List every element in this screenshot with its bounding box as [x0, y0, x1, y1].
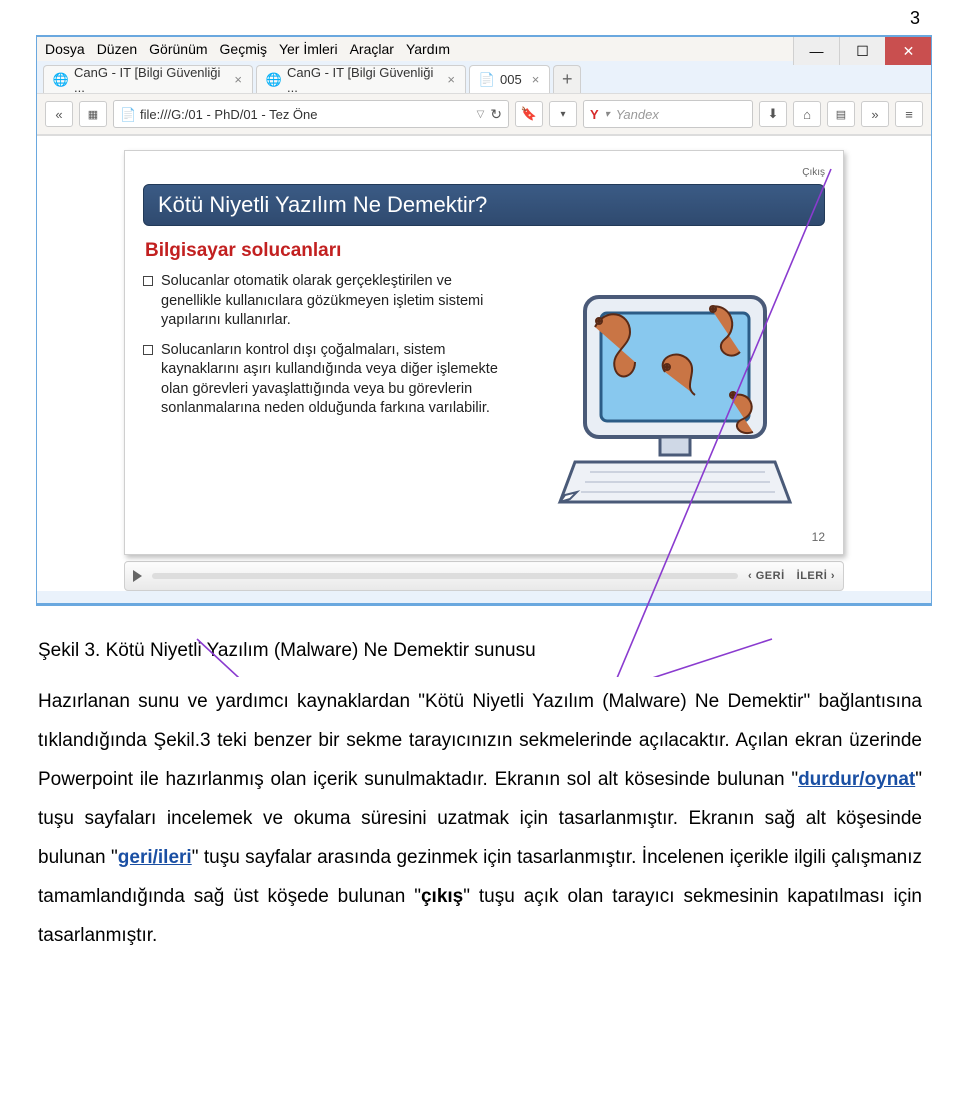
slide-number: 12 [143, 530, 825, 544]
slide: Çıkış Kötü Niyetli Yazılım Ne Demektir? … [124, 150, 844, 555]
tab-close-icon[interactable]: × [447, 72, 455, 87]
menu-view[interactable]: Görünüm [149, 41, 207, 57]
browser-window: Dosya Düzen Görünüm Geçmiş Yer İmleri Ar… [36, 35, 932, 604]
tab-label: CanG - IT [Bilgi Güvenliği ... [74, 65, 224, 95]
window-controls: — ☐ ✕ [793, 37, 931, 65]
search-placeholder: Yandex [616, 107, 659, 122]
file-icon: 📄 [120, 107, 134, 121]
toolbar: « ▦ 📄 file:///G:/01 - PhD/01 - Tez Öne ▽… [37, 93, 931, 134]
world-icon: 🌐 [267, 73, 281, 87]
divider [36, 604, 932, 606]
dropdown-button[interactable]: ▾ [549, 101, 577, 127]
seek-track[interactable] [152, 573, 738, 579]
home-button[interactable]: ⌂ [793, 101, 821, 127]
tab-close-icon[interactable]: × [532, 72, 540, 87]
term-play-pause: durdur/oynat [798, 769, 915, 790]
maximize-button[interactable]: ☐ [839, 37, 885, 65]
tab-2[interactable]: 🌐 CanG - IT [Bilgi Güvenliği ... × [256, 65, 466, 93]
minimize-button[interactable]: — [793, 37, 839, 65]
tab-close-icon[interactable]: × [234, 72, 242, 87]
menu-history[interactable]: Geçmiş [220, 41, 267, 57]
menu-edit[interactable]: Düzen [97, 41, 137, 57]
tab-label: 005 [500, 72, 522, 87]
browser-viewport: Çıkış Kötü Niyetli Yazılım Ne Demektir? … [37, 134, 931, 591]
play-button[interactable] [133, 570, 142, 582]
tabstrip: 🌐 CanG - IT [Bilgi Güvenliği ... × 🌐 Can… [37, 61, 931, 93]
dropdown-icon[interactable]: ▽ [477, 109, 485, 120]
speed-dial-button[interactable]: ▦ [79, 101, 107, 127]
sidebar-button[interactable]: ▤ [827, 101, 855, 127]
bullet-icon [143, 276, 153, 286]
back-button[interactable]: « [45, 101, 73, 127]
menu-tools[interactable]: Araçlar [350, 41, 394, 57]
next-button[interactable]: İLERİ [797, 570, 835, 582]
download-button[interactable]: ⬇ [759, 101, 787, 127]
slide-title: Kötü Niyetli Yazılım Ne Demektir? [143, 184, 825, 226]
tab-1[interactable]: 🌐 CanG - IT [Bilgi Güvenliği ... × [43, 65, 253, 93]
prev-button[interactable]: GERİ [748, 570, 785, 582]
slide-illustration [525, 272, 825, 522]
slide-text: Solucanlar otomatik olarak gerçekleştiri… [143, 272, 509, 522]
bookmark-button[interactable]: 🔖 [515, 101, 543, 127]
reload-icon[interactable]: ↻ [490, 106, 502, 123]
figure-caption: Şekil 3. Kötü Niyetli Yazılım (Malware) … [38, 632, 922, 671]
search-box[interactable]: Y ▾ Yandex [583, 100, 753, 128]
file-icon: 📄 [480, 73, 494, 87]
window-close-button[interactable]: ✕ [885, 37, 931, 65]
yandex-icon: Y [590, 107, 599, 122]
bullet-text: Solucanların kontrol dışı çoğalmaları, s… [161, 341, 509, 419]
address-bar[interactable]: 📄 file:///G:/01 - PhD/01 - Tez Öne ▽ ↻ [113, 100, 509, 128]
menu-button[interactable]: ≡ [895, 101, 923, 127]
menu-bookmarks[interactable]: Yer İmleri [279, 41, 338, 57]
more-button[interactable]: » [861, 101, 889, 127]
term-exit: çıkış [421, 886, 463, 907]
bullet-text: Solucanlar otomatik olarak gerçekleştiri… [161, 272, 509, 331]
tab-label: CanG - IT [Bilgi Güvenliği ... [287, 65, 437, 95]
menu-help[interactable]: Yardım [406, 41, 450, 57]
term-back-forward: geri/ileri [118, 847, 192, 868]
body-paragraph: Hazırlanan sunu ve yardımcı kaynaklardan… [38, 683, 922, 956]
bullet-icon [143, 345, 153, 355]
slide-subtitle: Bilgisayar solucanları [145, 240, 825, 262]
tab-3[interactable]: 📄 005 × [469, 65, 550, 93]
player-bar: GERİ İLERİ [124, 561, 844, 591]
worm-computer-icon [535, 277, 815, 517]
menu-file[interactable]: Dosya [45, 41, 85, 57]
new-tab-button[interactable]: + [553, 65, 581, 93]
slide-exit-button[interactable]: Çıkış [143, 167, 825, 178]
world-icon: 🌐 [54, 73, 68, 87]
page-number: 3 [0, 0, 960, 35]
url-text: file:///G:/01 - PhD/01 - Tez Öne [140, 107, 471, 122]
